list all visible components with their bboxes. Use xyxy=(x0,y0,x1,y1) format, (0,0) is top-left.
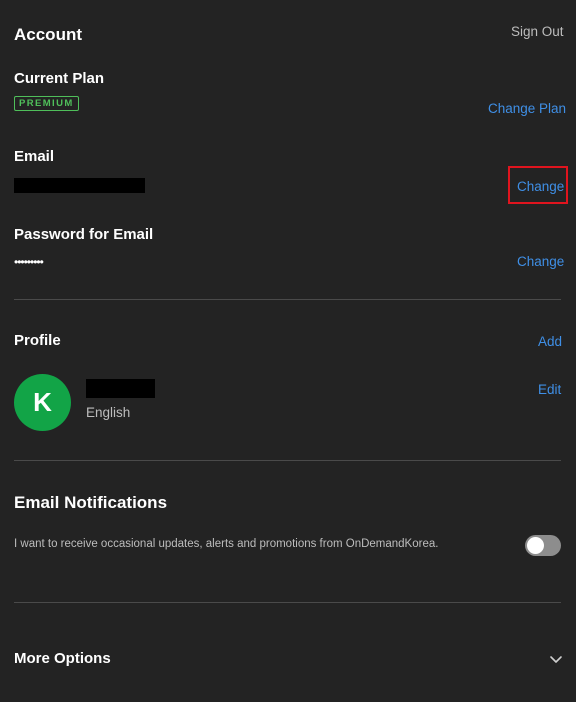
divider xyxy=(14,460,561,461)
email-notifications-title: Email Notifications xyxy=(14,493,168,512)
profile-language: English xyxy=(86,405,131,420)
change-plan-link[interactable]: Change Plan xyxy=(488,101,566,116)
sign-out-button[interactable]: Sign Out xyxy=(511,24,564,39)
notifications-description: I want to receive occasional updates, al… xyxy=(14,538,439,550)
divider xyxy=(14,299,561,300)
premium-badge: PREMIUM xyxy=(14,96,79,111)
email-value-redacted xyxy=(14,178,145,193)
change-password-link[interactable]: Change xyxy=(517,254,564,269)
password-value: ••••••••• xyxy=(14,255,44,269)
edit-profile-link[interactable]: Edit xyxy=(538,382,561,397)
toggle-knob xyxy=(527,537,544,554)
password-label: Password for Email xyxy=(14,226,154,243)
current-plan-label: Current Plan xyxy=(14,70,105,87)
page-title: Account xyxy=(14,25,82,44)
divider xyxy=(14,602,561,603)
chevron-down-icon[interactable] xyxy=(549,652,563,663)
email-label: Email xyxy=(14,148,55,165)
more-options-label[interactable]: More Options xyxy=(14,650,111,667)
profile-name-redacted xyxy=(86,379,155,398)
highlight-box xyxy=(508,166,568,204)
add-profile-link[interactable]: Add xyxy=(538,334,562,349)
notifications-toggle[interactable] xyxy=(525,535,561,556)
profile-title: Profile xyxy=(14,332,61,349)
avatar[interactable]: K xyxy=(14,374,71,431)
